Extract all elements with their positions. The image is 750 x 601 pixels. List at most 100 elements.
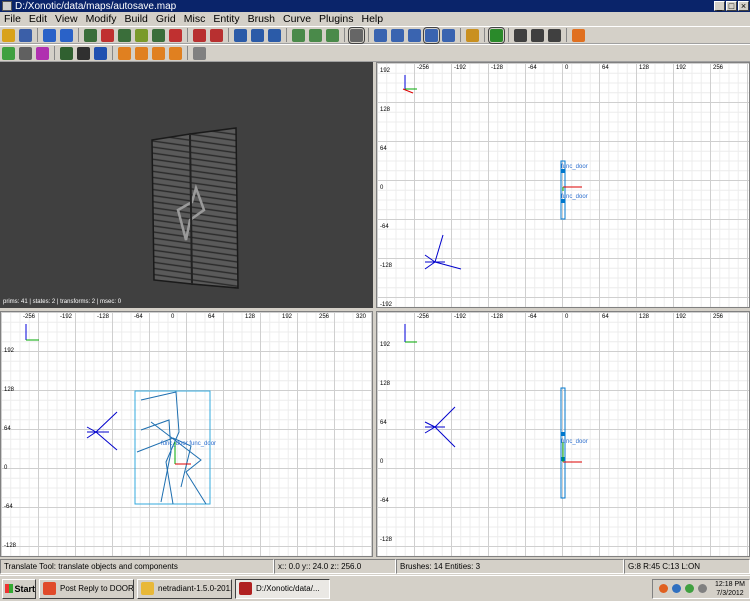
x-tick-label: -128 xyxy=(491,65,504,71)
rotate-icon[interactable] xyxy=(391,28,404,42)
y-tick-label: -128 xyxy=(4,543,17,549)
menu-help[interactable]: Help xyxy=(358,13,388,25)
menu-misc[interactable]: Misc xyxy=(180,13,210,25)
side-view[interactable]: func_door func_door -256 -192 -128 -64 0 64 12… xyxy=(0,311,373,557)
x-tick-label: 256 xyxy=(319,314,330,320)
taskbar-item[interactable]: netradiant-1.5.0-201... xyxy=(137,578,232,599)
x-tick-label: 128 xyxy=(245,314,256,320)
patch-cone-icon[interactable] xyxy=(19,46,32,60)
window-title: D:/Xonotic/data/maps/autosave.map xyxy=(15,0,177,12)
tray-volume-icon[interactable] xyxy=(698,584,708,593)
task-app-icon xyxy=(141,582,154,595)
x-tick-label: -256 xyxy=(417,65,430,71)
entity-icon-4[interactable] xyxy=(169,46,182,60)
system-tray: 12:18 PM 7/3/2012 xyxy=(652,578,750,599)
y-tick-label: 128 xyxy=(380,107,391,113)
entity-label: func_door func_door xyxy=(161,441,217,447)
resize-icon[interactable] xyxy=(442,28,455,42)
open-icon[interactable] xyxy=(2,28,15,42)
tray-app-icon[interactable] xyxy=(659,584,669,593)
entity-icon-2[interactable] xyxy=(135,46,148,60)
menu-curve[interactable]: Curve xyxy=(279,13,315,25)
camera-icon[interactable] xyxy=(466,28,479,42)
side-view-drawing xyxy=(25,324,211,505)
save-icon[interactable] xyxy=(19,28,32,42)
redo-icon[interactable] xyxy=(60,28,73,42)
rotate-x-icon[interactable] xyxy=(101,28,114,42)
menu-grid[interactable]: Grid xyxy=(152,13,180,25)
menu-build[interactable]: Build xyxy=(121,13,152,25)
select-touch-icon[interactable] xyxy=(268,28,281,42)
grid-toggle-icon[interactable] xyxy=(193,46,206,60)
menu-brush[interactable]: Brush xyxy=(244,13,279,25)
flip-x-icon[interactable] xyxy=(84,28,97,42)
horizontal-splitter[interactable] xyxy=(0,308,750,311)
csg-merge-icon[interactable] xyxy=(309,28,322,42)
view-yz-icon[interactable] xyxy=(548,28,561,42)
filter-icon[interactable] xyxy=(60,46,73,60)
x-tick-label: -192 xyxy=(60,314,73,320)
entity-icon-1[interactable] xyxy=(118,46,131,60)
csg-hollow-icon[interactable] xyxy=(326,28,339,42)
select-partial-tall-icon[interactable] xyxy=(251,28,264,42)
camera-view[interactable]: prims: 41 | states: 2 | transforms: 2 | … xyxy=(0,62,373,308)
select-complete-tall-icon[interactable] xyxy=(193,28,206,42)
menu-view[interactable]: View xyxy=(51,13,82,25)
taskbar: Start Post Reply to DOORS... netradiant-1… xyxy=(0,575,750,601)
view-xy-icon[interactable] xyxy=(514,28,527,42)
front-view[interactable]: func_door -256 -192 -128 -64 0 64 128 192 256 192… xyxy=(376,311,750,557)
maximize-button[interactable]: □ xyxy=(726,1,737,11)
tray-network-icon[interactable] xyxy=(672,584,682,593)
filter-detail-icon[interactable] xyxy=(77,46,90,60)
menu-modify[interactable]: Modify xyxy=(82,13,121,25)
rotate-z-icon[interactable] xyxy=(169,28,182,42)
translate-icon[interactable] xyxy=(374,28,387,42)
patch-cap-icon[interactable] xyxy=(36,46,49,60)
flip-z-icon[interactable] xyxy=(152,28,165,42)
csg-subtract-icon[interactable] xyxy=(292,28,305,42)
flip-y-icon[interactable] xyxy=(118,28,131,42)
undo-icon[interactable] xyxy=(43,28,56,42)
menu-entity[interactable]: Entity xyxy=(209,13,243,25)
select-touching-icon[interactable] xyxy=(210,28,223,42)
toolbar-separator xyxy=(460,28,461,42)
entity-label: func_door xyxy=(561,194,588,200)
taskbar-item[interactable]: Post Reply to DOORS... xyxy=(39,578,134,599)
clipper-icon[interactable] xyxy=(348,26,365,44)
status-coordinates: x:: 0.0 y:: 24.0 z:: 256.0 xyxy=(274,559,396,574)
menu-plugins[interactable]: Plugins xyxy=(315,13,357,25)
x-tick-label: -192 xyxy=(454,314,467,320)
scale-icon[interactable] xyxy=(408,28,421,42)
menu-file[interactable]: File xyxy=(0,13,25,25)
texture-lock-icon[interactable] xyxy=(488,26,505,44)
x-tick-label: 64 xyxy=(602,314,609,320)
status-grid: G:8 R:45 C:13 L:ON xyxy=(624,559,750,574)
xy-view[interactable]: func_door func_door -256 -192 -128 -64 0 64 12… xyxy=(376,62,750,308)
minimize-button[interactable]: _ xyxy=(714,1,725,11)
patch-icon[interactable] xyxy=(2,46,15,60)
rotate-y-icon[interactable] xyxy=(135,28,148,42)
select-inside-icon[interactable] xyxy=(234,28,247,42)
clock[interactable]: 12:18 PM 7/3/2012 xyxy=(715,580,745,598)
close-button[interactable]: × xyxy=(738,1,749,11)
front-view-drawing xyxy=(404,324,582,499)
shader-icon[interactable] xyxy=(572,28,585,42)
tray-security-icon[interactable] xyxy=(685,584,695,593)
entity-icon-3[interactable] xyxy=(152,46,165,60)
render-stats: prims: 41 | states: 2 | transforms: 2 | … xyxy=(3,299,122,305)
menu-bar: File Edit View Modify Build Grid Misc Entity Bru… xyxy=(0,12,750,26)
y-tick-label: 64 xyxy=(380,420,387,426)
toolbar-separator xyxy=(484,28,485,42)
menu-edit[interactable]: Edit xyxy=(25,13,51,25)
taskbar-item[interactable]: D:/Xonotic/data/... xyxy=(235,578,330,599)
start-button[interactable]: Start xyxy=(2,578,36,599)
x-tick-label: 256 xyxy=(713,65,724,71)
task-label: Post Reply to DOORS... xyxy=(60,584,134,593)
toolbar-separator xyxy=(54,46,55,60)
drag-icon[interactable] xyxy=(423,26,440,44)
x-tick-label: -64 xyxy=(134,314,143,320)
x-tick-label: 256 xyxy=(713,314,724,320)
view-xz-icon[interactable] xyxy=(531,28,544,42)
filter-hint-icon[interactable] xyxy=(94,46,107,60)
door-3d-render xyxy=(151,127,239,289)
